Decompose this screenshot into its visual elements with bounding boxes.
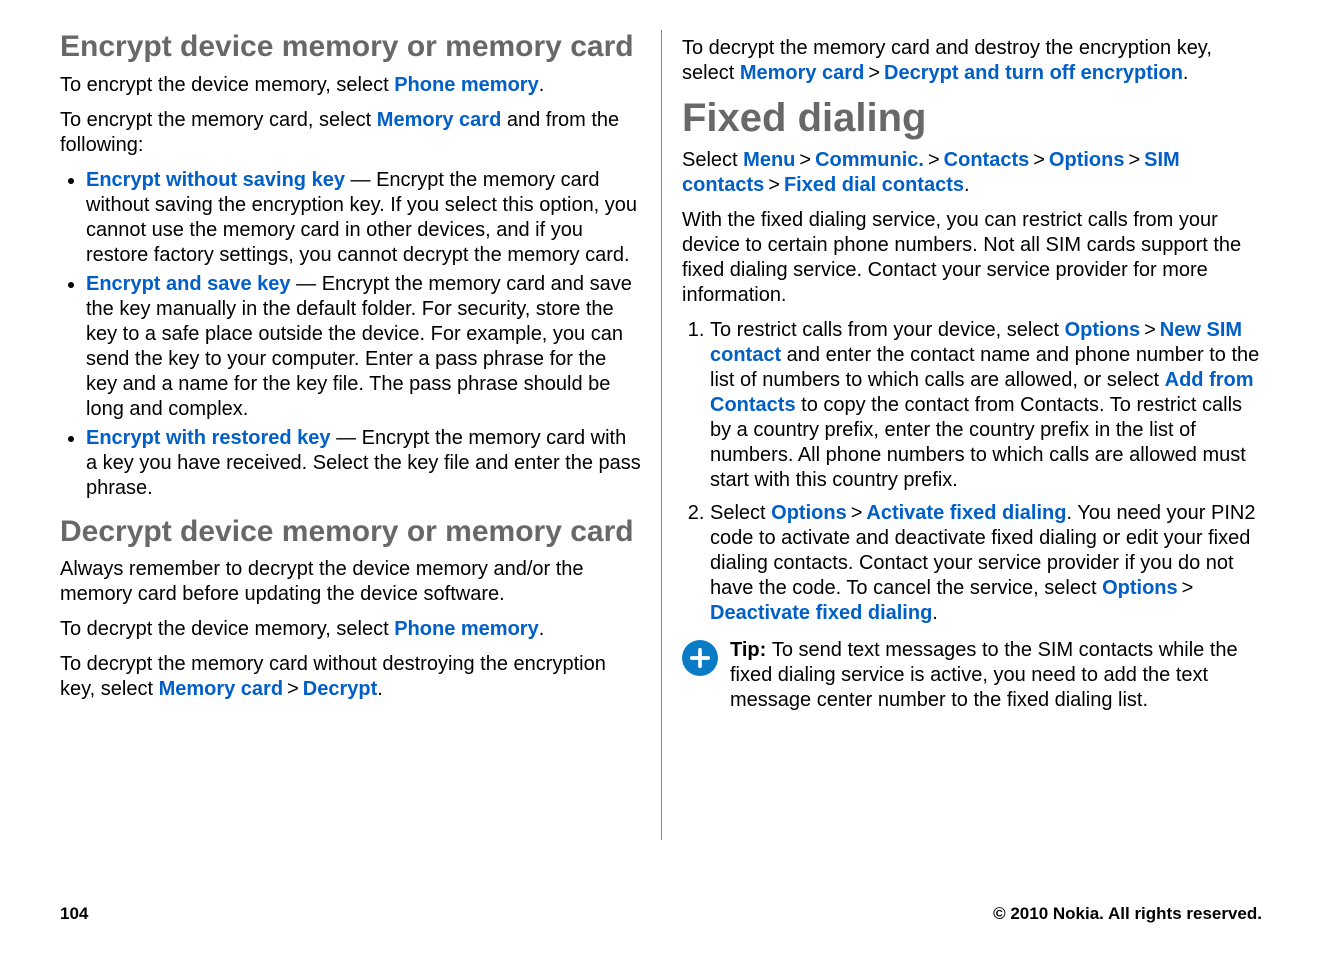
kw-memory-card: Memory card xyxy=(377,109,502,131)
encrypt-options-list: Encrypt without saving key — Encrypt the… xyxy=(60,168,641,501)
text: . xyxy=(932,602,938,624)
copyright: © 2010 Nokia. All rights reserved. xyxy=(993,904,1262,924)
kw-encrypt-restored: Encrypt with restored key xyxy=(86,427,331,449)
breadcrumb-sep: > xyxy=(1033,148,1045,173)
kw-deactivate-fixed-dialing: Deactivate fixed dialing xyxy=(710,602,932,624)
fixed-dialing-nav: Select Menu > Communic. > Contacts > Opt… xyxy=(682,148,1262,198)
kw-options: Options xyxy=(771,502,847,524)
text: . xyxy=(539,74,545,96)
text: To encrypt the memory card, select xyxy=(60,109,377,131)
para-decrypt-note: Always remember to decrypt the device me… xyxy=(60,557,641,607)
text: — xyxy=(345,169,376,191)
tip-plus-icon xyxy=(682,640,718,676)
text: Select xyxy=(710,502,771,524)
text: . xyxy=(539,618,545,640)
heading-encrypt: Encrypt device memory or memory card xyxy=(60,30,641,65)
breadcrumb-sep: > xyxy=(1128,148,1140,173)
kw-options: Options xyxy=(1102,577,1178,599)
kw-activate-fixed-dialing: Activate fixed dialing xyxy=(866,502,1066,524)
tip-label: Tip: xyxy=(730,639,772,661)
text: To encrypt the device memory, select xyxy=(60,74,394,96)
text: Select xyxy=(682,149,743,171)
list-item: Encrypt without saving key — Encrypt the… xyxy=(86,168,641,268)
text: To decrypt the device memory, select xyxy=(60,618,394,640)
text: . xyxy=(1183,62,1189,84)
breadcrumb-sep: > xyxy=(799,148,811,173)
page-body: Encrypt device memory or memory card To … xyxy=(0,0,1322,850)
page-number: 104 xyxy=(60,904,88,924)
para-encrypt-device: To encrypt the device memory, select Pho… xyxy=(60,73,641,98)
tip-box: Tip: To send text messages to the SIM co… xyxy=(682,638,1262,713)
kw-decrypt-off: Decrypt and turn off encryption xyxy=(884,62,1183,84)
kw-encrypt-no-save: Encrypt without saving key xyxy=(86,169,345,191)
para-decrypt-card-destroy: To decrypt the memory card and destroy t… xyxy=(682,36,1262,86)
text: To send text messages to the SIM contact… xyxy=(730,639,1238,711)
para-decrypt-device: To decrypt the device memory, select Pho… xyxy=(60,617,641,642)
kw-communic: Communic. xyxy=(815,149,924,171)
breadcrumb-sep: > xyxy=(287,677,299,702)
breadcrumb-sep: > xyxy=(928,148,940,173)
kw-phone-memory: Phone memory xyxy=(394,74,538,96)
text: . xyxy=(964,174,970,196)
kw-phone-memory: Phone memory xyxy=(394,618,538,640)
breadcrumb-sep: > xyxy=(768,173,780,198)
kw-menu: Menu xyxy=(743,149,795,171)
kw-decrypt: Decrypt xyxy=(303,678,377,700)
text: — xyxy=(331,427,362,449)
para-fixed-dialing-intro: With the fixed dialing service, you can … xyxy=(682,208,1262,308)
list-item: To restrict calls from your device, sele… xyxy=(710,318,1262,493)
breadcrumb-sep: > xyxy=(1144,318,1156,343)
text: . xyxy=(377,678,383,700)
kw-options: Options xyxy=(1049,149,1125,171)
text: To restrict calls from your device, sele… xyxy=(710,319,1065,341)
heading-decrypt: Decrypt device memory or memory card xyxy=(60,515,641,550)
list-item: Encrypt and save key — Encrypt the memor… xyxy=(86,272,641,422)
kw-options: Options xyxy=(1065,319,1141,341)
text: — xyxy=(291,273,322,295)
heading-fixed-dialing: Fixed dialing xyxy=(682,96,1262,140)
fixed-dialing-steps: To restrict calls from your device, sele… xyxy=(682,318,1262,626)
breadcrumb-sep: > xyxy=(851,501,863,526)
page-footer: 104 © 2010 Nokia. All rights reserved. xyxy=(60,904,1262,924)
list-item: Select Options > Activate fixed dialing.… xyxy=(710,501,1262,626)
breadcrumb-sep: > xyxy=(868,61,880,86)
para-decrypt-card-keep: To decrypt the memory card without destr… xyxy=(60,652,641,702)
breadcrumb-sep: > xyxy=(1182,576,1194,601)
left-column: Encrypt device memory or memory card To … xyxy=(60,30,661,840)
kw-contacts: Contacts xyxy=(944,149,1030,171)
right-column: To decrypt the memory card and destroy t… xyxy=(661,30,1262,840)
kw-encrypt-save: Encrypt and save key xyxy=(86,273,291,295)
kw-memory-card: Memory card xyxy=(740,62,865,84)
para-encrypt-card: To encrypt the memory card, select Memor… xyxy=(60,108,641,158)
kw-memory-card: Memory card xyxy=(159,678,284,700)
kw-fixed-dial-contacts: Fixed dial contacts xyxy=(784,174,964,196)
tip-text: Tip: To send text messages to the SIM co… xyxy=(730,638,1262,713)
list-item: Encrypt with restored key — Encrypt the … xyxy=(86,426,641,501)
